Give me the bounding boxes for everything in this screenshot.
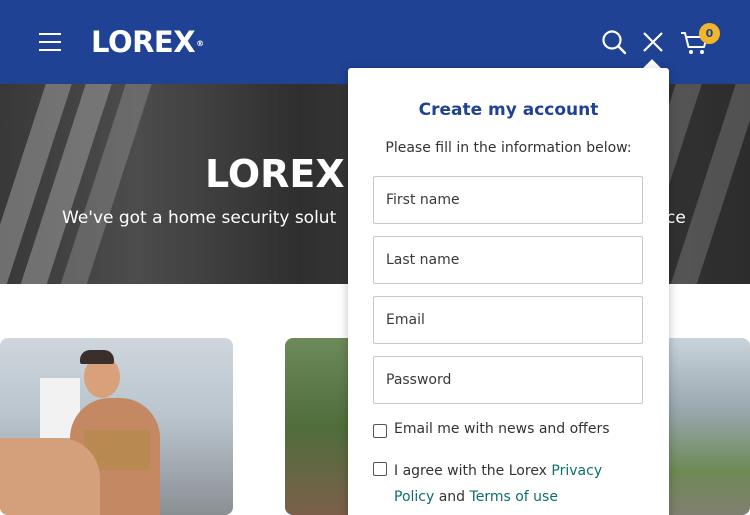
terms-of-use-link[interactable]: Terms of use — [470, 489, 558, 505]
hero-title: LOREX I — [205, 152, 373, 196]
registered-mark: ® — [196, 39, 204, 48]
close-icon[interactable] — [641, 30, 665, 54]
hero-subtitle: We've got a home security solut — [62, 208, 337, 228]
create-account-panel: Create my account Please fill in the inf… — [348, 68, 669, 515]
agree-terms-checkbox[interactable] — [373, 462, 387, 476]
last-name-input[interactable] — [373, 236, 643, 284]
lorex-logo[interactable]: LOREX® — [91, 25, 204, 59]
news-offers-checkbox[interactable] — [373, 424, 387, 438]
and-text: and — [434, 489, 470, 505]
menu-icon[interactable] — [39, 33, 61, 51]
agree-terms-label: I agree with the Lorex Privacy Policy an… — [394, 458, 634, 510]
email-input[interactable] — [373, 296, 643, 344]
search-icon[interactable] — [600, 28, 628, 56]
product-card-image[interactable] — [660, 338, 750, 515]
news-offers-label[interactable]: Email me with news and offers — [394, 421, 610, 437]
agree-prefix: I agree with the Lorex — [394, 463, 552, 479]
product-card-image[interactable] — [0, 338, 233, 515]
first-name-input[interactable] — [373, 176, 643, 224]
logo-text: LOREX — [91, 25, 196, 59]
panel-title: Create my account — [418, 100, 599, 120]
password-input[interactable] — [373, 356, 643, 404]
panel-subtitle: Please fill in the information below: — [385, 140, 632, 156]
cart-count-badge: 0 — [699, 23, 720, 44]
